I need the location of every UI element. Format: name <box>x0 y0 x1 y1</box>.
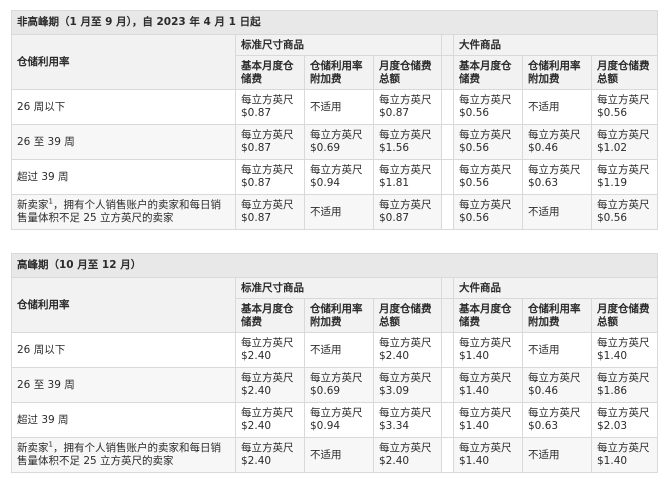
fee-cell: 每立方英尺 $0.69 <box>304 124 374 160</box>
column-gap <box>441 194 454 230</box>
surcharge-header: 仓储利用率附加费 <box>304 298 374 333</box>
fee-cell: 不适用 <box>304 89 374 125</box>
table-row: 新卖家1，拥有个人销售账户的卖家和每日销售量体积不足 25 立方英尺的卖家 每立… <box>11 194 659 230</box>
total-fee-header: 月度仓储费总额 <box>590 298 659 333</box>
peak-fee-table: 高峰期（10 月至 12 月） 仓储利用率 标准尺寸商品 大件商品 基本月度仓储… <box>10 253 659 473</box>
fee-cell: 每立方英尺 $0.87 <box>235 159 305 195</box>
column-gap <box>441 298 454 333</box>
base-fee-header: 基本月度仓储费 <box>453 298 523 333</box>
standard-size-header: 标准尺寸商品 <box>235 277 442 299</box>
row-label: 26 至 39 周 <box>11 124 236 160</box>
row-label: 超过 39 周 <box>11 402 236 438</box>
fee-cell: 每立方英尺 $2.40 <box>235 437 305 473</box>
column-gap <box>441 332 454 368</box>
base-fee-header: 基本月度仓储费 <box>453 55 523 90</box>
table-row: 超过 39 周 每立方英尺 $0.87 每立方英尺 $0.94 每立方英尺 $1.81… <box>11 159 659 195</box>
column-gap <box>441 55 454 90</box>
fee-cell: 每立方英尺 $2.40 <box>235 332 305 368</box>
fee-cell: 不适用 <box>522 437 592 473</box>
fee-cell: 每立方英尺 $0.56 <box>453 194 523 230</box>
storage-rate-header: 仓储利用率 <box>11 34 236 90</box>
fee-cell: 每立方英尺 $1.81 <box>373 159 442 195</box>
row-label: 26 周以下 <box>11 89 236 125</box>
row-label: 超过 39 周 <box>11 159 236 195</box>
section-title: 非高峰期（1 月至 9 月），自 2023 年 4 月 1 日起 <box>10 10 659 35</box>
fee-cell: 每立方英尺 $0.46 <box>522 124 592 160</box>
oversize-header: 大件商品 <box>452 34 659 56</box>
surcharge-header: 仓储利用率附加费 <box>304 55 374 90</box>
fee-cell: 每立方英尺 $0.94 <box>304 402 374 438</box>
fee-cell: 每立方英尺 $1.40 <box>453 437 523 473</box>
fee-cell: 每立方英尺 $0.56 <box>453 159 523 195</box>
fee-cell: 每立方英尺 $1.02 <box>590 124 659 160</box>
standard-size-header: 标准尺寸商品 <box>235 34 442 56</box>
fee-cell: 每立方英尺 $2.40 <box>235 367 305 403</box>
table-row: 新卖家1，拥有个人销售账户的卖家和每日销售量体积不足 25 立方英尺的卖家 每立… <box>11 437 659 473</box>
fee-cell: 每立方英尺 $1.19 <box>590 159 659 195</box>
off-peak-fee-table: 非高峰期（1 月至 9 月），自 2023 年 4 月 1 日起 仓储利用率 标… <box>10 10 659 230</box>
fee-cell: 不适用 <box>522 194 592 230</box>
total-fee-header: 月度仓储费总额 <box>590 55 659 90</box>
column-gap <box>441 437 454 473</box>
total-fee-header: 月度仓储费总额 <box>373 298 442 333</box>
fee-cell: 每立方英尺 $1.86 <box>590 367 659 403</box>
fee-cell: 每立方英尺 $0.87 <box>373 89 442 125</box>
row-label: 26 周以下 <box>11 332 236 368</box>
fee-cell: 每立方英尺 $2.40 <box>373 332 442 368</box>
column-gap <box>441 159 454 195</box>
table-row: 超过 39 周 每立方英尺 $2.40 每立方英尺 $0.94 每立方英尺 $3.34… <box>11 402 659 438</box>
fee-cell: 每立方英尺 $0.87 <box>235 89 305 125</box>
fee-cell: 每立方英尺 $1.56 <box>373 124 442 160</box>
column-gap <box>441 124 454 160</box>
row-label: 26 至 39 周 <box>11 367 236 403</box>
fee-cell: 每立方英尺 $1.40 <box>453 367 523 403</box>
column-gap <box>441 34 454 56</box>
storage-rate-header: 仓储利用率 <box>11 277 236 333</box>
fee-cell: 每立方英尺 $1.40 <box>453 402 523 438</box>
surcharge-header: 仓储利用率附加费 <box>522 298 592 333</box>
fee-cell: 不适用 <box>522 332 592 368</box>
fee-cell: 不适用 <box>304 194 374 230</box>
storage-fee-page: 非高峰期（1 月至 9 月），自 2023 年 4 月 1 日起 仓储利用率 标… <box>0 0 668 489</box>
fee-cell: 每立方英尺 $0.56 <box>590 194 659 230</box>
base-fee-header: 基本月度仓储费 <box>235 298 305 333</box>
fee-cell: 不适用 <box>522 89 592 125</box>
table-row: 26 周以下 每立方英尺 $2.40 不适用 每立方英尺 $2.40 每立方英尺 $1… <box>11 332 659 368</box>
fee-cell: 每立方英尺 $3.09 <box>373 367 442 403</box>
fee-cell: 不适用 <box>304 332 374 368</box>
section-title: 高峰期（10 月至 12 月） <box>10 253 659 278</box>
fee-cell: 每立方英尺 $3.34 <box>373 402 442 438</box>
surcharge-header: 仓储利用率附加费 <box>522 55 592 90</box>
fee-cell: 每立方英尺 $0.56 <box>590 89 659 125</box>
fee-cell: 每立方英尺 $0.87 <box>235 124 305 160</box>
fee-cell: 每立方英尺 $1.40 <box>590 332 659 368</box>
fee-cell: 每立方英尺 $1.40 <box>453 332 523 368</box>
column-gap <box>441 277 454 299</box>
column-gap <box>441 402 454 438</box>
fee-cell: 每立方英尺 $1.40 <box>590 437 659 473</box>
table-row: 26 至 39 周 每立方英尺 $0.87 每立方英尺 $0.69 每立方英尺 $1.… <box>11 124 659 160</box>
base-fee-header: 基本月度仓储费 <box>235 55 305 90</box>
row-label: 新卖家1，拥有个人销售账户的卖家和每日销售量体积不足 25 立方英尺的卖家 <box>11 437 236 473</box>
column-gap <box>441 89 454 125</box>
oversize-header: 大件商品 <box>452 277 659 299</box>
fee-cell: 每立方英尺 $0.69 <box>304 367 374 403</box>
fee-cell: 每立方英尺 $0.87 <box>235 194 305 230</box>
table-row: 26 至 39 周 每立方英尺 $2.40 每立方英尺 $0.69 每立方英尺 $3.… <box>11 367 659 403</box>
fee-cell: 每立方英尺 $0.87 <box>373 194 442 230</box>
fee-cell: 每立方英尺 $0.63 <box>522 159 592 195</box>
fee-cell: 每立方英尺 $2.40 <box>373 437 442 473</box>
table-row: 26 周以下 每立方英尺 $0.87 不适用 每立方英尺 $0.87 每立方英尺 $0… <box>11 89 659 125</box>
fee-cell: 不适用 <box>304 437 374 473</box>
fee-cell: 每立方英尺 $2.03 <box>590 402 659 438</box>
fee-cell: 每立方英尺 $0.94 <box>304 159 374 195</box>
fee-cell: 每立方英尺 $0.56 <box>453 124 523 160</box>
fee-cell: 每立方英尺 $0.56 <box>453 89 523 125</box>
row-label: 新卖家1，拥有个人销售账户的卖家和每日销售量体积不足 25 立方英尺的卖家 <box>11 194 236 230</box>
fee-cell: 每立方英尺 $2.40 <box>235 402 305 438</box>
fee-cell: 每立方英尺 $0.46 <box>522 367 592 403</box>
column-gap <box>441 367 454 403</box>
total-fee-header: 月度仓储费总额 <box>373 55 442 90</box>
fee-cell: 每立方英尺 $0.63 <box>522 402 592 438</box>
